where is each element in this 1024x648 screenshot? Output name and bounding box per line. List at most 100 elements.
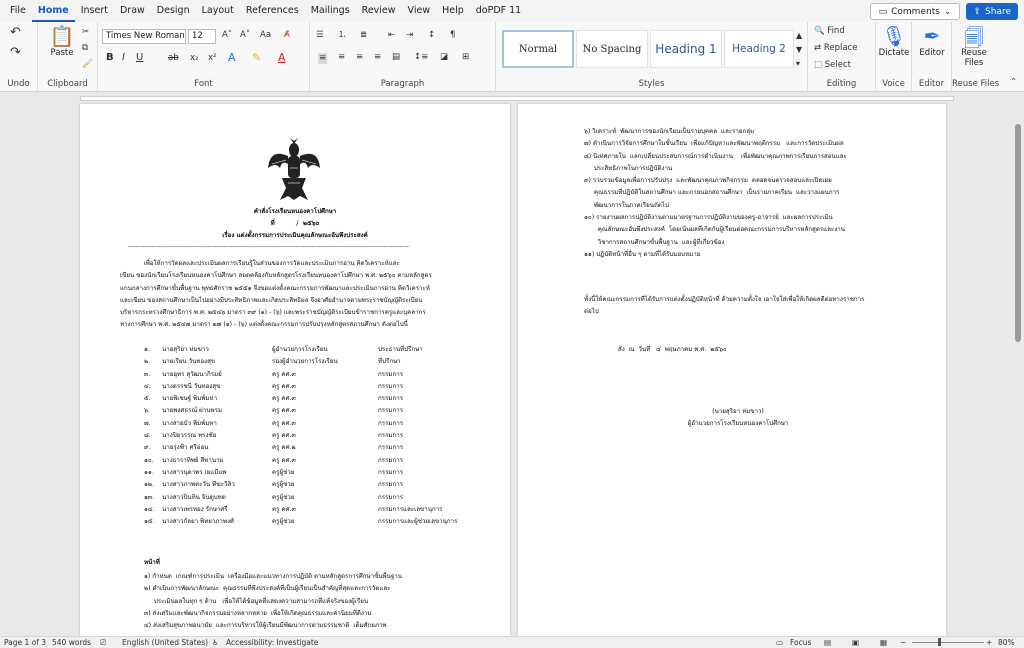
zoom-in-icon[interactable]: + <box>986 638 992 647</box>
replace-button[interactable]: ⇄ Replace <box>814 44 857 53</box>
font-size-box[interactable]: 12 <box>188 29 216 44</box>
zoom-slider-thumb[interactable] <box>938 638 941 646</box>
share-button[interactable]: ⇪ Share <box>966 3 1018 20</box>
menu-tab-review[interactable]: Review <box>356 0 402 22</box>
sort-icon[interactable]: ↕ <box>428 31 435 40</box>
format-painter-icon[interactable]: 🖌 <box>82 60 93 69</box>
page-count[interactable]: Page 1 of 3 <box>4 638 46 647</box>
superscript-icon[interactable]: x² <box>208 54 216 63</box>
style-heading-1[interactable]: Heading 1 <box>650 30 722 68</box>
accessibility-status[interactable]: Accessibility: Investigate <box>226 638 318 647</box>
align-left-icon[interactable]: ≡ <box>318 53 328 64</box>
change-case-icon[interactable]: Aa <box>260 31 271 40</box>
paste-button[interactable]: 📋 Paste <box>42 24 82 58</box>
duties-title: หน้าที่ <box>144 559 160 566</box>
comments-button[interactable]: ▭ Comments ⌄ <box>869 3 961 20</box>
replace-label: Replace <box>823 43 858 53</box>
staff-no: ๘. <box>144 432 151 440</box>
page-2[interactable]: ๖) วิเคราะห์ พัฒนาการของนักเรียนเป็นรายบ… <box>518 104 946 636</box>
select-button[interactable]: ⬚ Select <box>814 61 851 70</box>
highlight-icon[interactable]: ✎ <box>252 52 261 63</box>
bold-icon[interactable]: B <box>106 53 114 63</box>
staff-no: ๕. <box>144 395 151 403</box>
copy-icon[interactable]: ⧉ <box>82 44 88 53</box>
font-color-icon[interactable]: A <box>278 52 286 63</box>
ruler-bar[interactable] <box>80 96 954 101</box>
menu-tab-view[interactable]: View <box>402 0 437 22</box>
language[interactable]: English (United States) <box>122 638 208 647</box>
underline-icon[interactable]: U <box>136 53 143 63</box>
staff-position: ครู คศ.๓ <box>272 382 296 390</box>
menu-tab-mailings[interactable]: Mailings <box>305 0 356 22</box>
font-name-box[interactable]: Times New Roman <box>102 29 186 44</box>
zoom-slider[interactable] <box>912 642 984 643</box>
duty-item: ๔) ส่งเสริมสุขภาพอนามัย และการบริหารให้ผ… <box>144 622 387 630</box>
show-marks-icon[interactable]: ¶ <box>450 31 455 40</box>
styles-scroll-up-icon[interactable]: ▲ <box>796 32 802 40</box>
page-1[interactable]: คำสั่งโรงเรียนหนองคาโปศึกษา ที่ / ๒๕๖๐ เ… <box>80 104 510 636</box>
duty-item: คุณลักษณะอันพึงประสงค์ โดยเน้นผลที่เกิดก… <box>584 226 845 234</box>
line-spacing-icon[interactable]: ↕≡ <box>414 53 428 62</box>
distributed-icon[interactable]: ▤ <box>392 53 400 62</box>
font-name-value: Times New Roman <box>106 31 185 41</box>
undo-icon[interactable]: ↶ <box>10 26 21 39</box>
editor-button[interactable]: ✒ Editor <box>912 24 952 58</box>
menu-tab-file[interactable]: File <box>4 0 32 22</box>
menu-tab-help[interactable]: Help <box>436 0 470 22</box>
style-normal[interactable]: Normal <box>502 30 574 68</box>
staff-table: ๑. นายสุริยา ห่มขาว ผู้อำนวยการโรงเรียน ประ… <box>144 344 478 528</box>
scrollbar-thumb[interactable] <box>1015 124 1021 342</box>
styles-more-icon[interactable]: ▾ <box>796 60 800 68</box>
redo-icon[interactable]: ↷ <box>10 46 21 59</box>
web-layout-icon[interactable]: ▦ <box>880 638 887 647</box>
duties-list-continued: ๖) วิเคราะห์ พัฒนาการของนักเรียนเป็นรายบ… <box>584 126 847 261</box>
dictate-button[interactable]: 🎙 Dictate <box>874 24 914 58</box>
style-heading-2[interactable]: Heading 2 <box>724 30 794 68</box>
borders-icon[interactable]: ⊞ <box>462 53 469 62</box>
focus-button[interactable]: Focus <box>790 638 811 647</box>
shrink-font-icon[interactable]: A˅ <box>240 31 250 40</box>
strikethrough-icon[interactable]: ab <box>168 54 179 63</box>
zoom-level[interactable]: 80% <box>998 638 1015 647</box>
word-count[interactable]: 540 words <box>52 638 91 647</box>
grow-font-icon[interactable]: A˄ <box>222 31 232 40</box>
increase-indent-icon[interactable]: ⇥ <box>406 31 413 40</box>
undo-group-label: Undo <box>7 79 30 89</box>
styles-scroll-down-icon[interactable]: ▼ <box>796 46 802 54</box>
menu-tab-references[interactable]: References <box>240 0 305 22</box>
intro-line: เขียน ของนักเรียนโรงเรียนหนองคาโปศึกษา ส… <box>120 272 432 280</box>
justify-icon[interactable]: ≡ <box>374 53 381 62</box>
menu-tab-dopdf-11[interactable]: doPDF 11 <box>470 0 527 22</box>
staff-name: นางสายบัว พิมพ์มหา <box>162 419 217 427</box>
shading-icon[interactable]: ◪ <box>440 53 448 62</box>
vertical-scrollbar[interactable] <box>1012 104 1024 636</box>
read-mode-icon[interactable]: ▤ <box>824 638 831 647</box>
bullets-icon[interactable]: ☰ <box>316 31 324 40</box>
multilevel-list-icon[interactable]: ≣ <box>360 31 367 40</box>
menu-tab-design[interactable]: Design <box>151 0 196 22</box>
menu-tab-home[interactable]: Home <box>31 0 75 22</box>
order-title: คำสั่งโรงเรียนหนองคาโปศึกษา <box>253 208 337 215</box>
align-right-icon[interactable]: ≡ <box>356 53 363 62</box>
cut-icon[interactable]: ✂ <box>82 28 89 37</box>
clear-formatting-icon[interactable]: A̸ <box>284 31 290 40</box>
zoom-out-icon[interactable]: − <box>900 638 906 647</box>
signer-name: (นายสุริยา ห่มขาว) <box>712 408 764 415</box>
menu-tab-layout[interactable]: Layout <box>196 0 240 22</box>
print-layout-icon[interactable]: ▣ <box>852 638 859 647</box>
decrease-indent-icon[interactable]: ⇤ <box>388 31 395 40</box>
duty-item: คุณธรรมที่ปฏิบัติในสถานศึกษา และภายนอกสถ… <box>584 189 840 197</box>
numbering-icon[interactable]: ⒈ <box>338 31 347 40</box>
proofing-icon[interactable]: ⎚ <box>100 638 106 648</box>
align-center-icon[interactable]: ≡ <box>338 53 345 62</box>
duty-item: ประเมินผลในทุก ๆ ด้าน เพื่อให้ได้ข้อมูลท… <box>144 597 369 605</box>
menu-tab-insert[interactable]: Insert <box>75 0 114 22</box>
reuse-files-button[interactable]: 🗐 Reuse Files <box>954 24 994 68</box>
collapse-ribbon-icon[interactable]: ⌃ <box>1010 78 1017 87</box>
menu-tab-draw[interactable]: Draw <box>114 0 151 22</box>
find-button[interactable]: 🔍 Find <box>814 27 845 36</box>
subscript-icon[interactable]: x₂ <box>190 54 198 63</box>
italic-icon[interactable]: I <box>122 53 125 63</box>
style-no-spacing[interactable]: No Spacing <box>576 30 648 68</box>
text-effects-icon[interactable]: A <box>228 52 236 63</box>
